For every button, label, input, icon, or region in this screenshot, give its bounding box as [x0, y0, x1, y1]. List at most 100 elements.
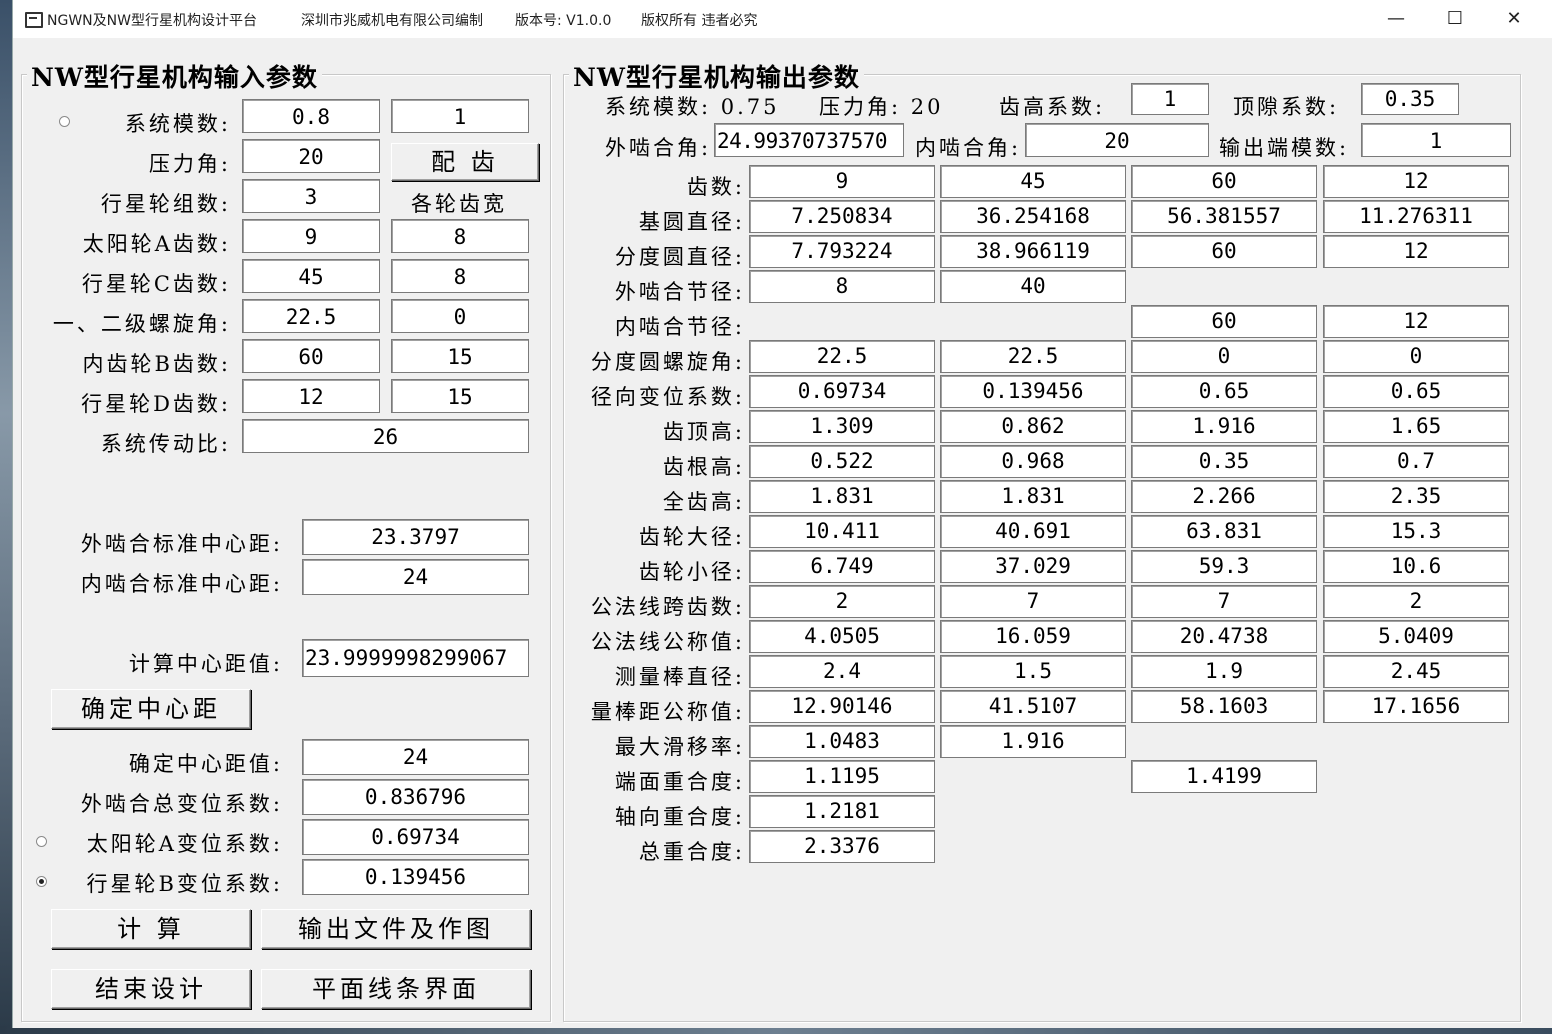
planet-c-width-field[interactable]: 8: [391, 259, 529, 293]
output-cell[interactable]: 0.7: [1323, 445, 1509, 478]
output-cell[interactable]: 59.3: [1131, 550, 1317, 583]
maximize-button[interactable]: ☐: [1426, 0, 1484, 38]
output-cell[interactable]: 2: [749, 585, 935, 618]
sun-a-shift-field[interactable]: 0.69734: [302, 819, 529, 855]
ext-total-shift-field[interactable]: 0.836796: [302, 779, 529, 815]
confirm-center-button[interactable]: 确定中心距: [51, 689, 251, 729]
output-cell[interactable]: 12.90146: [749, 690, 935, 723]
module-field[interactable]: 0.8: [242, 99, 380, 133]
output-cell[interactable]: 40.691: [940, 515, 1126, 548]
output-cell[interactable]: 2.45: [1323, 655, 1509, 688]
output-cell[interactable]: 1.0483: [749, 725, 935, 758]
output-cell[interactable]: 17.1656: [1323, 690, 1509, 723]
planet-d-teeth-field[interactable]: 12: [242, 379, 380, 413]
calculate-button[interactable]: 计 算: [51, 909, 251, 949]
output-cell[interactable]: 1.2181: [749, 795, 935, 828]
output-cell[interactable]: 5.0409: [1323, 620, 1509, 653]
helix-angle-field-2[interactable]: 0: [391, 299, 529, 333]
ring-b-teeth-field[interactable]: 60: [242, 339, 380, 373]
output-cell[interactable]: 0.65: [1323, 375, 1509, 408]
output-cell[interactable]: 56.381557: [1131, 200, 1317, 233]
title-bar[interactable]: NGWN及NW型行星机构设计平台 深圳市兆威机电有限公司编制 版本号: V1.0…: [13, 0, 1552, 38]
output-cell[interactable]: 1.4199: [1131, 760, 1317, 793]
sun-a-width-field[interactable]: 8: [391, 219, 529, 253]
output-cell[interactable]: 2: [1323, 585, 1509, 618]
output-cell[interactable]: 16.059: [940, 620, 1126, 653]
calc-center-field[interactable]: 23.9999998299067: [302, 639, 529, 677]
output-cell[interactable]: 63.831: [1131, 515, 1317, 548]
planet-c-teeth-field[interactable]: 45: [242, 259, 380, 293]
output-cell[interactable]: 2.266: [1131, 480, 1317, 513]
output-cell[interactable]: 11.276311: [1323, 200, 1509, 233]
output-cell[interactable]: 1.916: [1131, 410, 1317, 443]
match-teeth-button[interactable]: 配 齿: [391, 143, 539, 181]
output-cell[interactable]: 0.65: [1131, 375, 1317, 408]
output-cell[interactable]: 10.6: [1323, 550, 1509, 583]
output-cell[interactable]: 0: [1323, 340, 1509, 373]
output-cell[interactable]: 60: [1131, 235, 1317, 268]
output-cell[interactable]: 40: [940, 270, 1126, 303]
output-cell[interactable]: 1.831: [749, 480, 935, 513]
output-cell[interactable]: 58.1603: [1131, 690, 1317, 723]
addendum-coef-field[interactable]: 1: [1131, 83, 1209, 115]
end-design-button[interactable]: 结束设计: [51, 969, 251, 1009]
output-cell[interactable]: 38.966119: [940, 235, 1126, 268]
output-module-field[interactable]: 1: [1361, 123, 1511, 157]
output-cell[interactable]: 7.250834: [749, 200, 935, 233]
output-cell[interactable]: 2.35: [1323, 480, 1509, 513]
output-cell[interactable]: 6.749: [749, 550, 935, 583]
output-file-button[interactable]: 输出文件及作图: [261, 909, 531, 949]
clearance-coef-field[interactable]: 0.35: [1361, 83, 1459, 115]
output-cell[interactable]: 0.522: [749, 445, 935, 478]
int-std-center-field[interactable]: 24: [302, 559, 529, 595]
close-button[interactable]: ✕: [1485, 0, 1543, 38]
planet-b-shift-field[interactable]: 0.139456: [302, 859, 529, 895]
output-cell[interactable]: 0.139456: [940, 375, 1126, 408]
output-cell[interactable]: 36.254168: [940, 200, 1126, 233]
ring-b-width-field[interactable]: 15: [391, 339, 529, 373]
output-cell[interactable]: 8: [749, 270, 935, 303]
output-cell[interactable]: 0.69734: [749, 375, 935, 408]
output-cell[interactable]: 15.3: [1323, 515, 1509, 548]
planet-groups-field[interactable]: 3: [242, 179, 380, 213]
output-cell[interactable]: 0.862: [940, 410, 1126, 443]
planet-d-width-field[interactable]: 15: [391, 379, 529, 413]
output-cell[interactable]: 0.968: [940, 445, 1126, 478]
pressure-angle-field[interactable]: 20: [242, 139, 380, 173]
output-cell[interactable]: 60: [1131, 305, 1317, 338]
output-cell[interactable]: 37.029: [940, 550, 1126, 583]
output-cell[interactable]: 0: [1131, 340, 1317, 373]
output-cell[interactable]: 10.411: [749, 515, 935, 548]
int-mesh-angle-field[interactable]: 20: [1025, 123, 1209, 157]
output-cell[interactable]: 60: [1131, 165, 1317, 198]
output-cell[interactable]: 22.5: [749, 340, 935, 373]
output-cell[interactable]: 1.1195: [749, 760, 935, 793]
ext-std-center-field[interactable]: 23.3797: [302, 519, 529, 555]
output-cell[interactable]: 12: [1323, 165, 1509, 198]
output-cell[interactable]: 7: [940, 585, 1126, 618]
output-cell[interactable]: 20.4738: [1131, 620, 1317, 653]
output-cell[interactable]: 7.793224: [749, 235, 935, 268]
output-cell[interactable]: 2.4: [749, 655, 935, 688]
plane-lines-button[interactable]: 平面线条界面: [261, 969, 531, 1009]
output-cell[interactable]: 1.309: [749, 410, 935, 443]
output-cell[interactable]: 7: [1131, 585, 1317, 618]
ext-mesh-angle-field[interactable]: 24.99370737570: [714, 123, 904, 157]
output-cell[interactable]: 12: [1323, 305, 1509, 338]
output-cell[interactable]: 22.5: [940, 340, 1126, 373]
output-cell[interactable]: 1.5: [940, 655, 1126, 688]
output-cell[interactable]: 1.831: [940, 480, 1126, 513]
output-cell[interactable]: 41.5107: [940, 690, 1126, 723]
output-cell[interactable]: 0.35: [1131, 445, 1317, 478]
output-cell[interactable]: 2.3376: [749, 830, 935, 863]
output-cell[interactable]: 45: [940, 165, 1126, 198]
output-cell[interactable]: 1.916: [940, 725, 1126, 758]
helix-angle-field[interactable]: 22.5: [242, 299, 380, 333]
output-cell[interactable]: 9: [749, 165, 935, 198]
confirmed-center-field[interactable]: 24: [302, 739, 529, 775]
output-cell[interactable]: 12: [1323, 235, 1509, 268]
output-cell[interactable]: 4.0505: [749, 620, 935, 653]
sun-a-teeth-field[interactable]: 9: [242, 219, 380, 253]
output-cell[interactable]: 1.9: [1131, 655, 1317, 688]
ratio-field[interactable]: 26: [242, 419, 529, 453]
